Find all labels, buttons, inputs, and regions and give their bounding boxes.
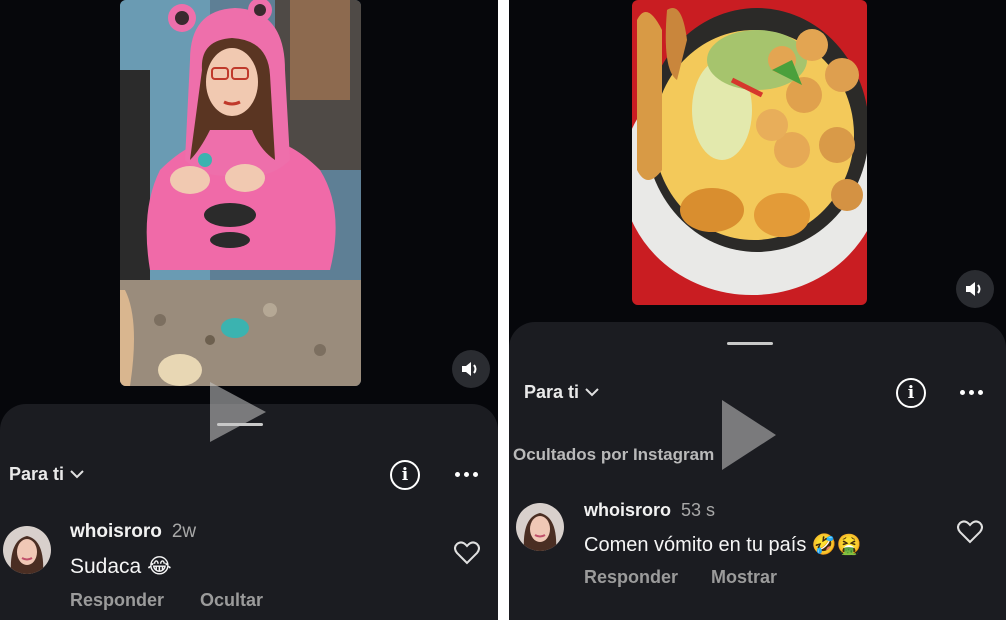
comment-username-row: whoisroro 53 s xyxy=(584,500,715,521)
play-icon[interactable] xyxy=(720,398,778,472)
hide-button[interactable]: Ocultar xyxy=(200,590,263,611)
sound-toggle-button[interactable] xyxy=(956,270,994,308)
reply-button[interactable]: Responder xyxy=(70,590,164,611)
sound-toggle-button[interactable] xyxy=(452,350,490,388)
comment-text: Comen vómito en tu país xyxy=(584,534,807,556)
avatar[interactable] xyxy=(3,526,51,574)
girl-video-image xyxy=(120,0,361,386)
comment-text-row: Sudaca 😂 xyxy=(70,554,172,579)
food-video-image xyxy=(632,0,867,305)
right-screenshot: Para ti i Ocultados por Instagram whoisr… xyxy=(509,0,1006,620)
left-screenshot: Para ti i whoisroro 2w Sudaca 😂 Responder… xyxy=(0,0,498,620)
heart-icon[interactable] xyxy=(957,520,983,544)
reply-button[interactable]: Responder xyxy=(584,567,678,588)
comment-text: Sudaca xyxy=(70,555,142,578)
feed-selector[interactable]: Para ti xyxy=(9,464,84,485)
play-icon[interactable] xyxy=(208,380,268,444)
hidden-by-instagram-label[interactable]: Ocultados por Instagram xyxy=(513,445,714,465)
info-icon[interactable]: i xyxy=(390,460,420,490)
comment-time: 2w xyxy=(171,521,197,542)
chevron-down-icon xyxy=(585,388,599,397)
avatar-image xyxy=(3,526,51,574)
comment-emoji: 😂 xyxy=(147,555,172,578)
feed-label: Para ti xyxy=(9,464,65,484)
more-options-icon[interactable] xyxy=(960,390,983,395)
heart-icon[interactable] xyxy=(454,541,480,565)
comment-username-row: whoisroro 2w xyxy=(70,521,196,543)
comment-text-row: Comen vómito en tu país 🤣🤮 xyxy=(584,532,862,557)
comment-username[interactable]: whoisroro xyxy=(70,521,162,542)
video-thumbnail-girl[interactable] xyxy=(120,0,361,386)
speaker-icon xyxy=(966,282,981,296)
comment-emoji: 🤣🤮 xyxy=(811,534,862,556)
video-thumbnail-food[interactable] xyxy=(632,0,867,305)
speaker-icon xyxy=(462,362,477,376)
sheet-drag-handle[interactable] xyxy=(727,342,773,345)
feed-selector[interactable]: Para ti xyxy=(524,382,599,403)
comment-username[interactable]: whoisroro xyxy=(584,500,671,520)
avatar[interactable] xyxy=(516,503,564,551)
more-options-icon[interactable] xyxy=(455,472,478,477)
chevron-down-icon xyxy=(70,470,84,479)
feed-label: Para ti xyxy=(524,382,580,402)
avatar-image xyxy=(516,503,564,551)
comment-time: 53 s xyxy=(681,500,716,520)
info-icon[interactable]: i xyxy=(896,378,926,408)
show-button[interactable]: Mostrar xyxy=(711,567,777,588)
